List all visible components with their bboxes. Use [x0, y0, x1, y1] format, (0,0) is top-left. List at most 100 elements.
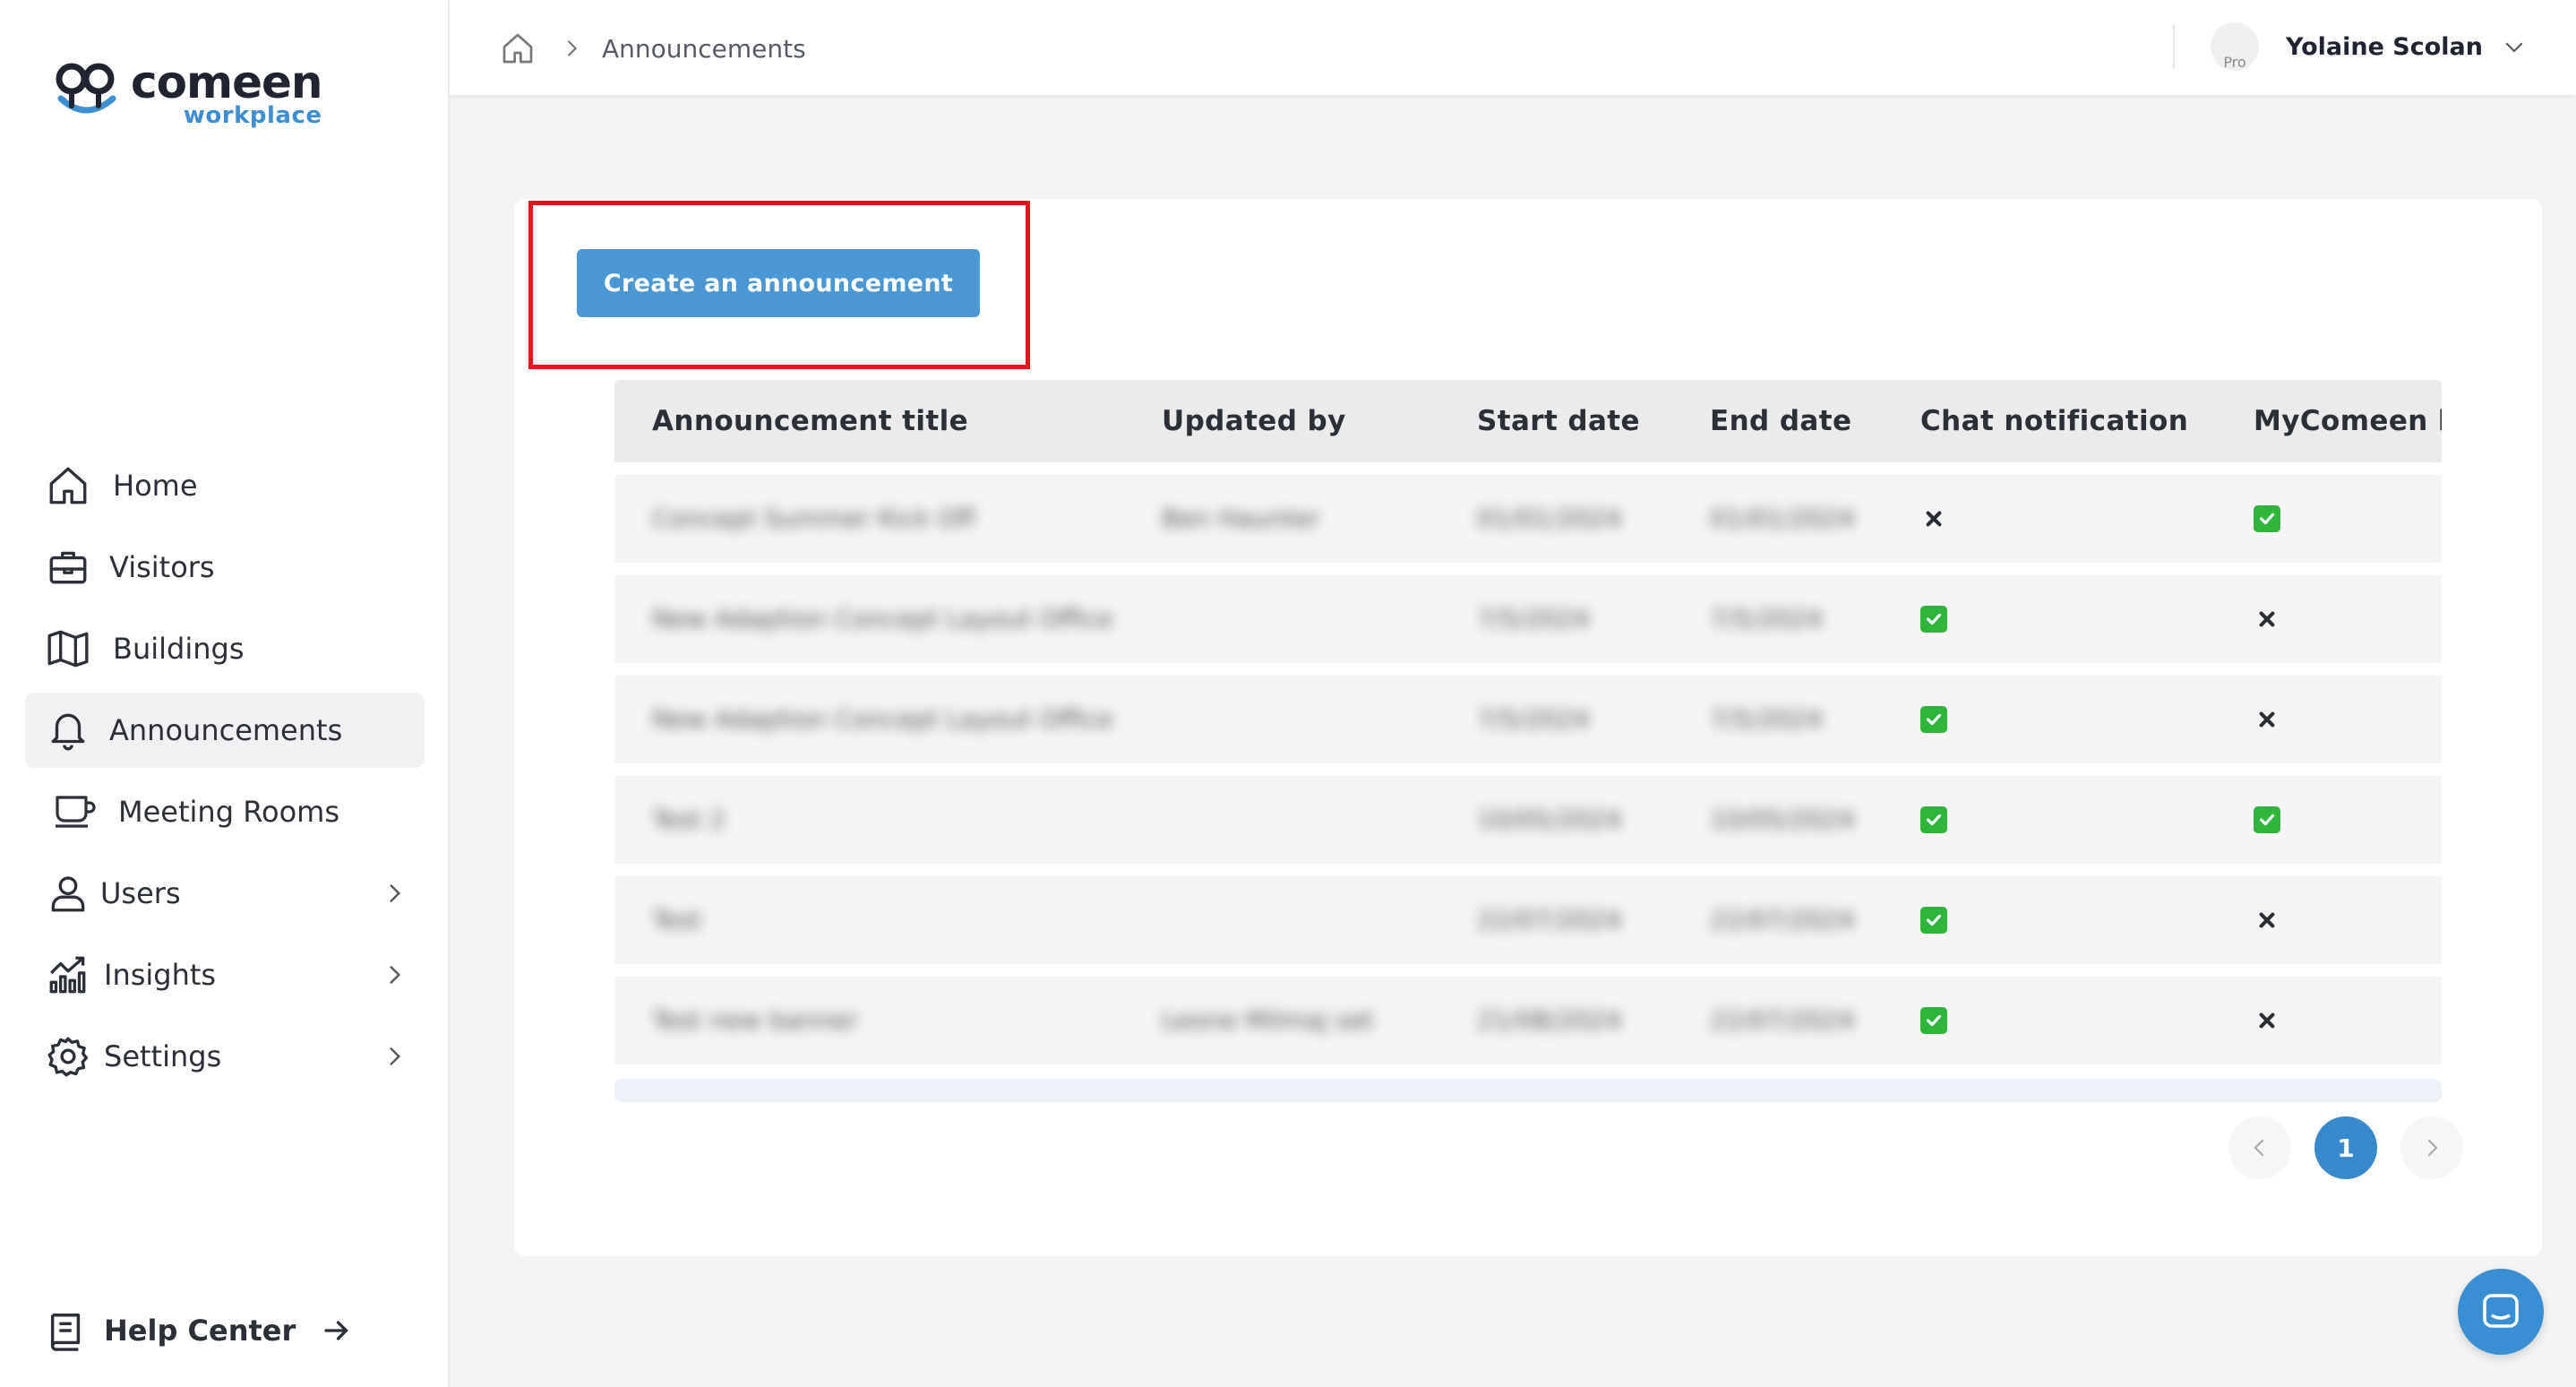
- column-header-updated-by[interactable]: Updated by: [1162, 405, 1346, 437]
- sidebar-item-insights[interactable]: Insights: [25, 937, 425, 1012]
- cell-start-date: 7/5/2024: [1477, 704, 1590, 734]
- cell-start-date: 7/5/2024: [1477, 604, 1590, 633]
- help-center-link[interactable]: Help Center: [47, 1310, 353, 1351]
- blurred-cells: Test 2 10/05/2024 10/05/2024: [614, 776, 1885, 864]
- cell-title: Test new banner: [652, 1005, 858, 1035]
- cell-chat-notification: [1920, 505, 1947, 532]
- cell-start-date: 22/07/2024: [1477, 905, 1622, 935]
- check-icon: [1920, 907, 1947, 934]
- chat-icon: [2483, 1294, 2519, 1328]
- sidebar-item-visitors[interactable]: Visitors: [25, 530, 425, 605]
- cell-mycomeen: [2254, 907, 2280, 934]
- cell-title: New Adaption Concept Layout Office: [652, 604, 1113, 633]
- divider: [2173, 25, 2176, 68]
- cell-end-date: 7/5/2024: [1710, 704, 1823, 734]
- chat-support-button[interactable]: [2458, 1269, 2544, 1355]
- bell-icon: [45, 707, 91, 754]
- table-row[interactable]: Test 22/07/2024 22/07/2024: [614, 876, 2442, 964]
- cell-end-date: 10/05/2024: [1710, 805, 1855, 834]
- brand-name: comeen: [131, 56, 323, 108]
- cell-mycomeen: [2254, 806, 2280, 833]
- horizontal-scrollbar[interactable]: [614, 1079, 2442, 1102]
- sidebar-item-home[interactable]: Home: [25, 448, 425, 523]
- cell-mycomeen: [2254, 1007, 2280, 1034]
- cell-chat-notification: [1920, 706, 1947, 733]
- sidebar-item-buildings[interactable]: Buildings: [25, 611, 425, 686]
- sidebar-item-label: Announcements: [109, 713, 343, 747]
- table-row[interactable]: Concept Summer Kick Off Ben Haunter 01/01/…: [614, 475, 2442, 563]
- cell-mycomeen: [2254, 505, 2280, 532]
- check-icon: [1920, 806, 1947, 833]
- table-row[interactable]: New Adaption Concept Layout Office 7/5/20…: [614, 575, 2442, 663]
- sidebar-item-settings[interactable]: Settings: [25, 1019, 425, 1094]
- briefcase-icon: [45, 544, 91, 590]
- cell-start-date: 10/05/2024: [1477, 805, 1622, 834]
- arrow-right-icon: [324, 1321, 349, 1340]
- cross-icon: [2254, 907, 2280, 934]
- check-icon: [2254, 505, 2280, 532]
- cell-mycomeen: [2254, 706, 2280, 733]
- column-header-end-date[interactable]: End date: [1710, 405, 1851, 437]
- chevron-right-icon: [567, 40, 578, 56]
- cup-icon: [52, 788, 99, 835]
- cell-title: Test: [652, 905, 702, 935]
- cell-chat-notification: [1920, 606, 1947, 633]
- logo[interactable]: comeen workplace: [54, 56, 323, 129]
- cell-start-date: 01/01/2024: [1477, 504, 1622, 533]
- sidebar-item-announcements[interactable]: Announcements: [25, 693, 425, 768]
- help-center-label: Help Center: [104, 1314, 296, 1348]
- cell-title: New Adaption Concept Layout Office: [652, 704, 1113, 734]
- sidebar-item-meeting-rooms[interactable]: Meeting Rooms: [25, 774, 425, 849]
- user-name: Yolaine Scolan: [2286, 32, 2483, 61]
- home-icon: [45, 462, 91, 509]
- sidebar-item-users[interactable]: Users: [25, 856, 425, 931]
- chevron-down-icon: [2505, 42, 2523, 53]
- cell-start-date: 21/08/2024: [1477, 1005, 1622, 1035]
- sidebar: comeen workplace Home Visitors Buildings: [0, 0, 450, 1387]
- create-announcement-button[interactable]: Create an announcement: [577, 249, 980, 317]
- column-header-chat-notification[interactable]: Chat notification: [1920, 405, 2188, 437]
- blurred-cells: Concept Summer Kick Off Ben Haunter 01/01/…: [614, 475, 1885, 563]
- user-icon: [45, 870, 91, 917]
- page-number-button[interactable]: 1: [2314, 1116, 2377, 1179]
- check-icon: [1920, 606, 1947, 633]
- map-icon: [45, 625, 91, 672]
- cross-icon: [2254, 706, 2280, 733]
- next-page-button[interactable]: [2400, 1116, 2463, 1179]
- cell-end-date: 22/07/2024: [1710, 905, 1855, 935]
- avatar: Pro: [2211, 22, 2260, 71]
- blurred-cells: Test 22/07/2024 22/07/2024: [614, 876, 1885, 964]
- cell-end-date: 01/01/2024: [1710, 504, 1855, 533]
- chevron-left-icon: [2254, 1139, 2264, 1157]
- cell-chat-notification: [1920, 1007, 1947, 1034]
- cell-end-date: 7/5/2024: [1710, 604, 1823, 633]
- cell-title: Test 2: [652, 805, 726, 834]
- top-bar: Announcements Pro Yolaine Scolan: [450, 0, 2576, 97]
- breadcrumb-current: Announcements: [602, 33, 806, 64]
- cell-mycomeen: [2254, 606, 2280, 633]
- chevron-right-icon: [390, 965, 401, 985]
- avatar-alt-text: Pro: [2223, 54, 2246, 71]
- table-row[interactable]: Test new banner Leone Milmaj set 21/08/202…: [614, 977, 2442, 1064]
- check-icon: [1920, 1007, 1947, 1034]
- blurred-cells: New Adaption Concept Layout Office 7/5/20…: [614, 676, 1885, 763]
- comeen-logo-icon: [56, 63, 116, 114]
- blurred-cells: New Adaption Concept Layout Office 7/5/20…: [614, 575, 1885, 663]
- user-menu[interactable]: Pro Yolaine Scolan: [2173, 20, 2528, 73]
- table-row[interactable]: Test 2 10/05/2024 10/05/2024: [614, 776, 2442, 864]
- home-breadcrumb-icon[interactable]: [500, 30, 536, 66]
- sidebar-item-label: Users: [100, 876, 181, 910]
- table-header: Announcement title Updated by Start date…: [614, 380, 2442, 462]
- previous-page-button[interactable]: [2228, 1116, 2291, 1179]
- check-icon: [2254, 806, 2280, 833]
- cross-icon: [2254, 1007, 2280, 1034]
- sidebar-item-label: Visitors: [109, 550, 215, 584]
- cross-icon: [1920, 505, 1947, 532]
- chevron-right-icon: [390, 883, 401, 903]
- brand-sub: workplace: [183, 102, 322, 129]
- column-header-start-date[interactable]: Start date: [1477, 405, 1640, 437]
- column-header-title[interactable]: Announcement title: [652, 405, 968, 437]
- table-row[interactable]: New Adaption Concept Layout Office 7/5/20…: [614, 676, 2442, 763]
- cell-updated-by: Ben Haunter: [1162, 504, 1320, 533]
- column-header-mycomeen[interactable]: MyComeen b: [2254, 405, 2442, 437]
